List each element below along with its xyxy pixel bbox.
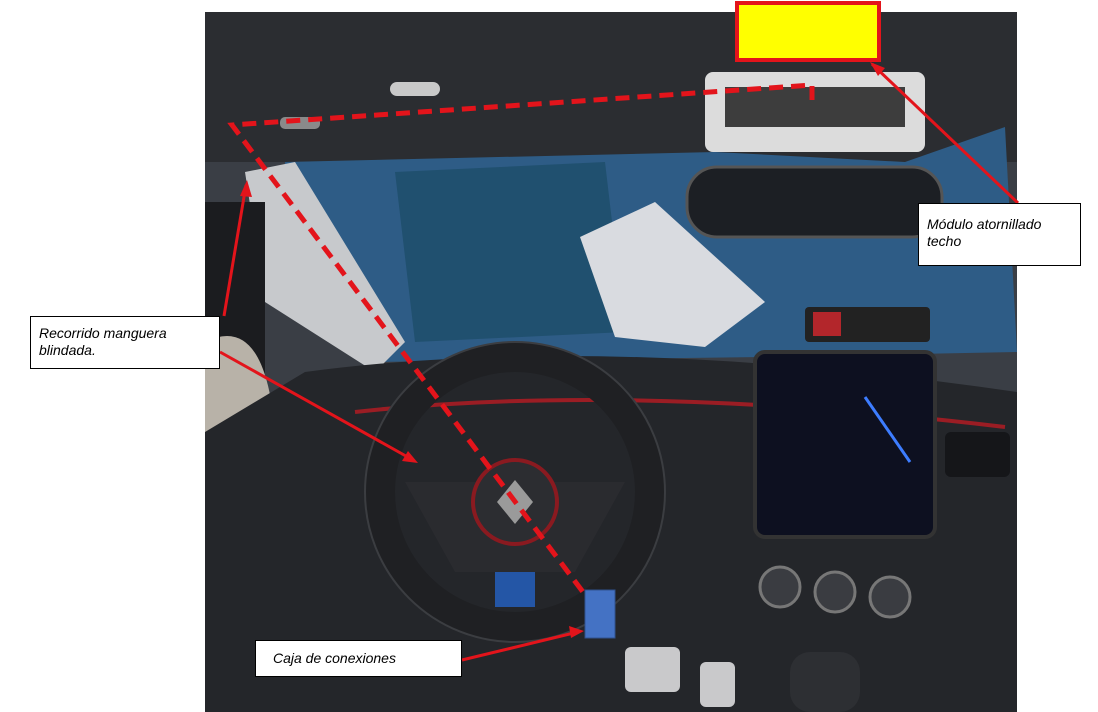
junction-box-arrow-line: [461, 630, 579, 662]
roof-module-marker: [735, 1, 881, 62]
hose-route-arrow-head-upper: [240, 180, 252, 197]
junction-box-callout: Caja de conexiones: [255, 640, 462, 677]
roof-module-arrow-line: [870, 62, 1020, 205]
junction-box-arrow-head: [569, 626, 584, 638]
hose-route-arrow-line-lower: [219, 350, 414, 462]
armored-hose-route-dashed-line: [227, 82, 815, 614]
hose-route-arrow-head-lower: [402, 451, 418, 463]
hose-route-arrow-line-upper: [222, 184, 248, 317]
junction-box-marker: [584, 589, 616, 639]
armored-hose-route-callout: Recorrido manguera blindada.: [30, 316, 220, 369]
roof-module-callout: Módulo atornillado techo: [918, 203, 1081, 266]
